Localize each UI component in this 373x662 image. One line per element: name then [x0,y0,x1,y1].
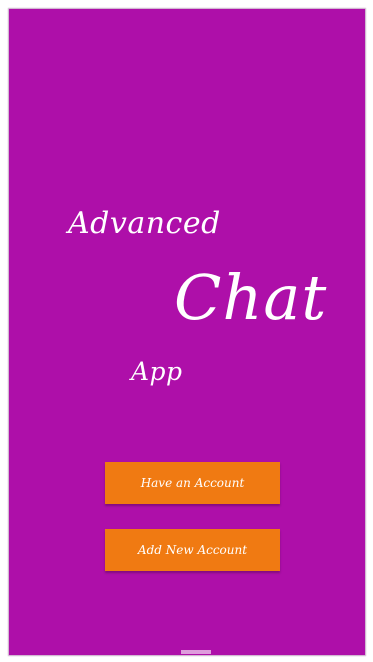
add-new-account-button[interactable]: Add New Account [105,529,280,571]
title-chat: Chat [174,261,328,334]
device-frame: Advanced Chat App Have an Account Add Ne… [0,0,373,662]
title-advanced: Advanced [68,206,221,241]
app-screen: Advanced Chat App Have an Account Add Ne… [9,9,365,655]
title-app: App [131,357,183,386]
bottom-nav-indicator [181,650,211,654]
have-account-button[interactable]: Have an Account [105,462,280,504]
